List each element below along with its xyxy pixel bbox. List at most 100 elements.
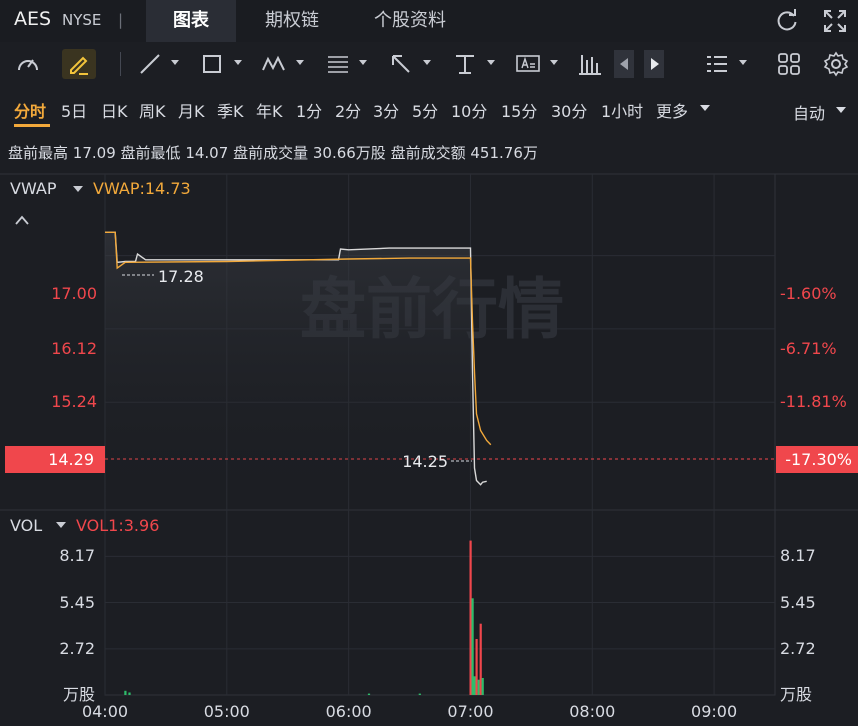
low-marker-value: 14.25 xyxy=(402,452,448,471)
volume-y-label: 2.72 xyxy=(59,639,95,658)
amount-label: 盘前成交额 xyxy=(390,144,466,162)
chevron-down-icon[interactable] xyxy=(56,522,66,528)
current-pct-value: -17.30% xyxy=(785,450,852,469)
x-tick-label: 04:00 xyxy=(82,702,128,721)
x-tick-label: 07:00 xyxy=(447,702,493,721)
price-indicator-name[interactable]: VWAP xyxy=(10,179,57,198)
volume-value: 30.66万股 xyxy=(312,144,386,162)
chevron-down-icon[interactable] xyxy=(739,60,747,65)
price-volume-chart[interactable]: 盘前行情 VWAP VWAP:14.73 17.00 16.12 15.24 -… xyxy=(0,168,858,726)
volume-bar xyxy=(473,676,476,695)
line-tool-icon[interactable] xyxy=(136,50,164,78)
period-yearly[interactable]: 年K xyxy=(256,98,283,122)
current-price-value: 14.29 xyxy=(48,450,94,469)
volume-bar xyxy=(481,678,484,695)
period-intraday[interactable]: 分时 xyxy=(14,98,46,122)
x-tick-label: 09:00 xyxy=(691,702,737,721)
toolbar-divider xyxy=(120,52,121,76)
volume-bar xyxy=(418,693,421,695)
auto-scale-selector[interactable]: 自动 xyxy=(793,100,825,124)
volume-y-label: 5.45 xyxy=(59,593,95,612)
period-1min[interactable]: 1分 xyxy=(296,98,322,122)
rectangle-tool-icon[interactable] xyxy=(198,50,226,78)
amount-value: 451.76万 xyxy=(470,144,538,162)
arrow-tool-icon[interactable] xyxy=(387,50,415,78)
settings-icon[interactable] xyxy=(822,50,850,78)
collapse-caret-icon[interactable] xyxy=(15,215,29,225)
prev-arrow-icon xyxy=(620,58,628,70)
text-cursor-tool-icon[interactable] xyxy=(451,50,479,78)
high-marker-value: 17.28 xyxy=(158,267,204,286)
period-1hour[interactable]: 1小时 xyxy=(601,98,643,122)
list-menu-icon[interactable] xyxy=(703,50,731,78)
chevron-down-icon[interactable] xyxy=(73,186,83,192)
volume-bar xyxy=(124,690,127,695)
active-period-underline xyxy=(14,124,50,127)
period-5min[interactable]: 5分 xyxy=(412,98,438,122)
period-daily[interactable]: 日K xyxy=(101,98,128,122)
fib-tool-icon[interactable] xyxy=(324,50,352,78)
volume-bar xyxy=(367,693,371,695)
pattern-tool-icon[interactable] xyxy=(260,50,288,78)
volume-bar xyxy=(479,623,482,695)
low-label: 盘前最低 xyxy=(120,144,181,162)
volume-y-label: 8.17 xyxy=(59,546,95,565)
tab-options-chain[interactable]: 期权链 xyxy=(236,0,348,42)
high-value: 17.09 xyxy=(72,144,116,162)
vwap-value: VWAP:14.73 xyxy=(93,179,191,198)
volume-bar xyxy=(469,540,472,695)
chevron-down-icon[interactable] xyxy=(359,60,367,65)
volume-indicator-name[interactable]: VOL xyxy=(10,516,42,535)
x-tick-label: 06:00 xyxy=(326,702,372,721)
volume-bar xyxy=(475,639,478,695)
premarket-stats: 盘前最高 17.09 盘前最低 14.07 盘前成交量 30.66万股 盘前成交… xyxy=(8,142,538,163)
volume-unit-right: 万股 xyxy=(780,685,812,704)
tab-stock-profile[interactable]: 个股资料 xyxy=(350,0,470,42)
text-annotation-icon[interactable] xyxy=(514,50,542,78)
fullscreen-icon[interactable] xyxy=(822,8,848,34)
period-30min[interactable]: 30分 xyxy=(551,98,587,122)
volume-y-label: 2.72 xyxy=(780,639,816,658)
chevron-down-icon[interactable] xyxy=(423,60,431,65)
ticker-symbol: AES xyxy=(14,8,52,30)
volume-value: VOL1:3.96 xyxy=(76,516,159,535)
price-y-label: 15.24 xyxy=(51,392,97,411)
next-arrow-icon xyxy=(651,58,659,70)
price-y-label: 17.00 xyxy=(51,284,97,303)
volume-bar xyxy=(128,692,131,695)
period-3min[interactable]: 3分 xyxy=(373,98,399,122)
volume-bars xyxy=(124,540,484,695)
chevron-down-icon[interactable] xyxy=(234,60,242,65)
period-quarterly[interactable]: 季K xyxy=(217,98,244,122)
pct-y-label: -11.81% xyxy=(780,392,847,411)
chevron-down-icon[interactable] xyxy=(171,60,179,65)
volume-bar xyxy=(477,679,480,695)
period-monthly[interactable]: 月K xyxy=(178,98,205,122)
period-more[interactable]: 更多 xyxy=(656,98,688,122)
bar-chart-icon[interactable] xyxy=(576,50,604,78)
period-5d[interactable]: 5日 xyxy=(61,98,87,122)
ticker-separator: | xyxy=(118,11,124,29)
chevron-down-icon[interactable] xyxy=(487,60,495,65)
tab-chart[interactable]: 图表 xyxy=(146,0,236,42)
chevron-down-icon[interactable] xyxy=(550,60,558,65)
refresh-icon[interactable] xyxy=(774,8,800,34)
gauge-icon[interactable] xyxy=(14,50,42,78)
volume-y-label: 5.45 xyxy=(780,593,816,612)
period-weekly[interactable]: 周K xyxy=(139,98,166,122)
chevron-down-icon[interactable] xyxy=(836,107,846,113)
price-y-label: 16.12 xyxy=(51,339,97,358)
period-15min[interactable]: 15分 xyxy=(501,98,537,122)
grid-layout-icon[interactable] xyxy=(775,50,803,78)
pct-y-label: -6.71% xyxy=(780,339,837,358)
period-10min[interactable]: 10分 xyxy=(451,98,487,122)
exchange-label: NYSE xyxy=(62,11,102,29)
period-2min[interactable]: 2分 xyxy=(335,98,361,122)
pct-y-label: -1.60% xyxy=(780,284,837,303)
chevron-down-icon[interactable] xyxy=(700,105,710,111)
volume-bar xyxy=(471,598,474,695)
x-axis: 04:00 05:00 06:00 07:00 08:00 09:00 xyxy=(82,702,737,721)
pencil-icon[interactable] xyxy=(65,50,93,78)
chevron-down-icon[interactable] xyxy=(296,60,304,65)
high-label: 盘前最高 xyxy=(8,144,69,162)
